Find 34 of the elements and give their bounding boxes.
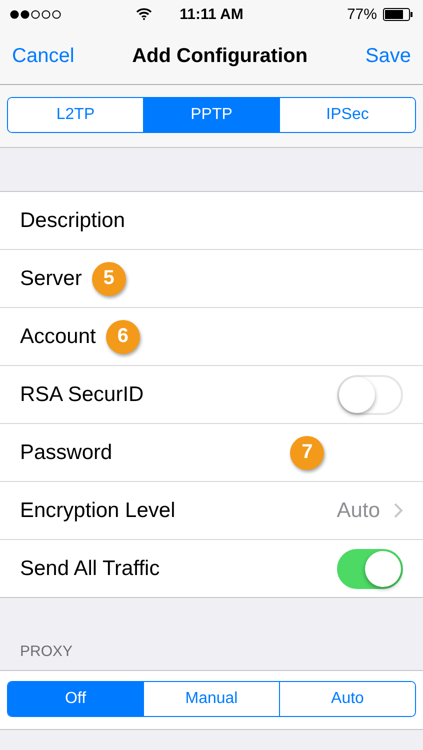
settings-row[interactable]: Send All Traffic	[0, 539, 423, 597]
section-header: PROXY	[19, 642, 74, 662]
chevron-icon	[394, 503, 403, 518]
segment-tab[interactable]: Off	[8, 682, 143, 716]
settings-row[interactable]: RSA SecurID	[0, 365, 423, 423]
row-label: Description	[20, 208, 126, 232]
step-badge: 5	[92, 262, 126, 296]
row-label: Account	[20, 324, 96, 348]
wifi-icon	[136, 8, 152, 20]
step-badge: 7	[290, 436, 324, 470]
row-label: Server	[20, 266, 82, 290]
cancel-button[interactable]: Cancel	[12, 44, 74, 68]
settings-row[interactable]: Server 5	[0, 249, 423, 307]
toggle-switch[interactable]	[337, 548, 403, 588]
settings-row[interactable]: Account 6	[0, 307, 423, 365]
status-time: 11:11 AM	[180, 6, 244, 22]
segment-tab[interactable]: Auto	[279, 682, 415, 716]
row-value: Auto	[336, 498, 380, 522]
segment-tab[interactable]: IPSec	[279, 98, 415, 132]
settings-row[interactable]: Description	[0, 192, 423, 249]
segment-tab[interactable]: L2TP	[8, 98, 143, 132]
segment-tab[interactable]: PPTP	[143, 98, 279, 132]
signal-icon	[10, 10, 62, 18]
row-label: Encryption Level	[20, 498, 176, 522]
save-button[interactable]: Save	[365, 44, 411, 68]
settings-row[interactable]: Encryption Level Auto	[0, 481, 423, 539]
battery-icon	[383, 8, 413, 20]
row-label: Send All Traffic	[20, 556, 160, 580]
battery-percent: 77%	[346, 6, 377, 22]
row-label: RSA SecurID	[20, 382, 144, 406]
settings-row[interactable]: Password 7	[0, 423, 423, 481]
step-badge: 6	[106, 320, 140, 354]
nav-title: Add Configuration	[132, 44, 308, 68]
row-label: Password	[20, 440, 112, 464]
